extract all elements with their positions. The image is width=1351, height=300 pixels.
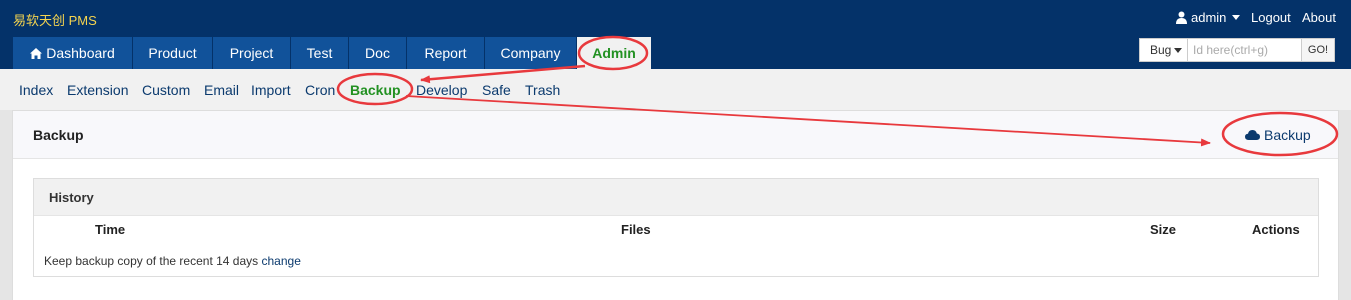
tab-doc[interactable]: Doc <box>349 37 406 69</box>
tab-project[interactable]: Project <box>213 37 290 69</box>
tab-label: Product <box>148 45 197 61</box>
tab-admin[interactable]: Admin <box>577 37 651 69</box>
tab-report[interactable]: Report <box>407 37 484 69</box>
home-icon <box>30 48 43 59</box>
subnav-item-import[interactable]: Import <box>251 82 291 98</box>
admin-subnav <box>0 69 1351 110</box>
subnav-item-trash[interactable]: Trash <box>525 82 560 98</box>
history-header: History <box>34 179 1318 216</box>
search-type-label: Bug <box>1150 43 1172 57</box>
tab-label: Test <box>306 45 333 61</box>
column-header-time: Time <box>95 222 126 237</box>
top-header: 易软天创 PMS admin Logout About Dashboard Pr… <box>0 0 1351 69</box>
tab-label: Dashboard <box>46 45 115 61</box>
tab-test[interactable]: Test <box>291 37 348 69</box>
search-input[interactable]: Id here(ctrl+g) <box>1188 38 1301 62</box>
column-header-size: Size <box>1150 222 1177 237</box>
panel-header: Backup Backup <box>13 111 1338 159</box>
subnav-item-backup[interactable]: Backup <box>350 82 401 98</box>
change-retention-link[interactable]: change <box>262 254 301 268</box>
subnav-item-email[interactable]: Email <box>204 82 239 98</box>
column-header-files: Files <box>621 222 651 237</box>
tab-label: Report <box>424 45 467 61</box>
tab-dashboard[interactable]: Dashboard <box>13 37 132 69</box>
brand-logo[interactable]: 易软天创 PMS <box>13 10 97 29</box>
about-link[interactable]: About <box>1302 10 1336 25</box>
user-icon <box>1176 11 1187 24</box>
logout-link[interactable]: Logout <box>1251 10 1291 25</box>
subnav-item-develop[interactable]: Develop <box>416 82 467 98</box>
subnav-item-index[interactable]: Index <box>19 82 53 98</box>
chevron-down-icon <box>1232 15 1240 20</box>
chevron-down-icon <box>1174 48 1183 53</box>
tab-label: Admin <box>592 45 636 61</box>
tab-label: Company <box>500 45 561 61</box>
search-type-select[interactable]: Bug <box>1139 38 1188 62</box>
tab-label: Project <box>229 45 274 61</box>
history-panel: History Time Files Size Actions Keep bac… <box>33 178 1319 277</box>
tab-company[interactable]: Company <box>485 37 576 69</box>
cloud-icon <box>1245 130 1260 140</box>
retention-note: Keep backup copy of the recent 14 days c… <box>44 254 301 268</box>
history-title: History <box>49 190 94 205</box>
tab-product[interactable]: Product <box>133 37 212 69</box>
backup-button-label: Backup <box>1264 127 1311 143</box>
subnav-item-cron[interactable]: Cron <box>305 82 335 98</box>
search-go-button[interactable]: GO! <box>1301 38 1335 62</box>
subnav-item-safe[interactable]: Safe <box>482 82 511 98</box>
retention-text: Keep backup copy of the recent 14 days <box>44 254 259 268</box>
tab-label: Doc <box>365 45 390 61</box>
subnav-item-extension[interactable]: Extension <box>67 82 128 98</box>
page-title: Backup <box>33 127 84 143</box>
column-header-actions: Actions <box>1252 222 1300 237</box>
subnav-item-custom[interactable]: Custom <box>142 82 190 98</box>
username: admin <box>1191 10 1227 25</box>
backup-button[interactable]: Backup <box>1245 127 1311 143</box>
